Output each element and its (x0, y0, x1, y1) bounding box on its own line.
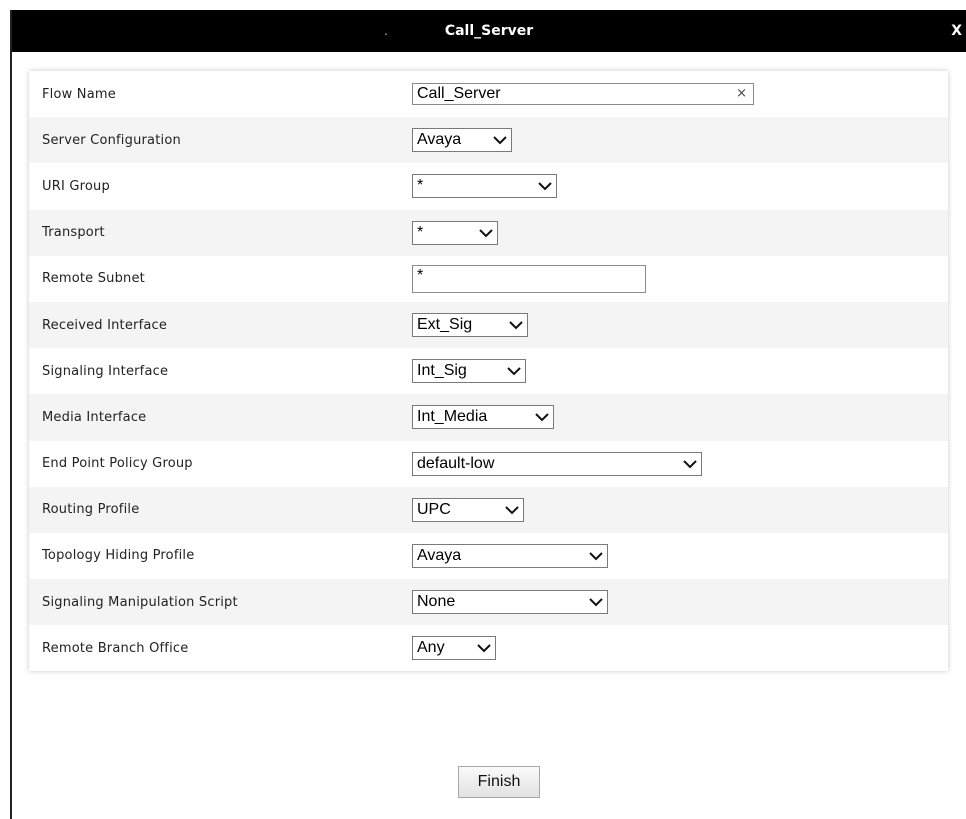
signaling-manipulation-script-value: None (417, 593, 456, 611)
received-interface-value: Ext_Sig (417, 316, 473, 334)
form-row-remote-subnet: Remote Subnet * (29, 256, 948, 302)
close-icon[interactable]: X (951, 10, 962, 52)
dialog-titlebar: . Call_Server X (12, 10, 966, 52)
uri-group-label: URI Group (42, 178, 110, 194)
form-row-topology-hiding-profile: Topology Hiding Profile Avaya (29, 533, 948, 579)
signaling-interface-value: Int_Sig (417, 362, 467, 380)
transport-label: Transport (42, 225, 105, 241)
transport-value: * (417, 223, 424, 241)
end-point-policy-group-select[interactable]: default-low (412, 451, 702, 476)
media-interface-select[interactable]: Int_Media (412, 405, 554, 430)
transport-select[interactable]: * (412, 220, 498, 245)
server-configuration-label: Server Configuration (42, 132, 181, 148)
chevron-down-icon (682, 456, 698, 472)
routing-profile-select[interactable]: UPC (412, 497, 524, 522)
chevron-down-icon (492, 132, 508, 148)
signaling-interface-select[interactable]: Int_Sig (412, 359, 526, 384)
form-row-end-point-policy-group: End Point Policy Group default-low (29, 441, 948, 487)
finish-button[interactable]: Finish (458, 766, 540, 798)
uri-group-value: * (417, 177, 424, 195)
chevron-down-icon (588, 548, 604, 564)
routing-profile-label: Routing Profile (42, 502, 140, 518)
topology-hiding-profile-select[interactable]: Avaya (412, 543, 608, 568)
form-row-flow-name: Flow Name Call_Server × (29, 71, 948, 117)
chevron-down-icon (504, 502, 520, 518)
form-row-signaling-interface: Signaling Interface Int_Sig (29, 348, 948, 394)
server-configuration-value: Avaya (417, 131, 462, 149)
chevron-down-icon (506, 363, 522, 379)
remote-subnet-input[interactable]: * (412, 264, 646, 293)
remote-branch-office-value: Any (417, 639, 445, 657)
form-row-media-interface: Media Interface Int_Media (29, 394, 948, 441)
topology-hiding-profile-label: Topology Hiding Profile (42, 548, 195, 564)
form-row-received-interface: Received Interface Ext_Sig (29, 301, 948, 349)
signaling-interface-label: Signaling Interface (42, 363, 169, 379)
remote-subnet-label: Remote Subnet (42, 271, 145, 287)
chevron-down-icon (537, 178, 553, 194)
flow-name-label: Flow Name (42, 86, 116, 102)
form-row-signaling-manipulation-script: Signaling Manipulation Script None (29, 579, 948, 626)
topology-hiding-profile-value: Avaya (417, 546, 462, 564)
end-point-policy-group-value: default-low (417, 454, 495, 472)
form-row-transport: Transport * (29, 209, 948, 256)
remote-subnet-value: * (417, 266, 424, 284)
received-interface-label: Received Interface (42, 317, 168, 333)
chevron-down-icon (534, 409, 550, 425)
chevron-down-icon (588, 594, 604, 610)
signaling-manipulation-script-label: Signaling Manipulation Script (42, 594, 238, 610)
flow-name-value: Call_Server (417, 85, 501, 103)
chevron-down-icon (508, 317, 524, 333)
form-row-server-configuration: Server Configuration Avaya (29, 117, 948, 164)
chevron-down-icon (478, 225, 494, 241)
uri-group-select[interactable]: * (412, 174, 557, 199)
form-row-uri-group: URI Group * (29, 163, 948, 209)
chevron-down-icon (476, 640, 492, 656)
server-configuration-select[interactable]: Avaya (412, 128, 512, 153)
remote-branch-office-select[interactable]: Any (412, 636, 496, 661)
signaling-manipulation-script-select[interactable]: None (412, 590, 608, 615)
dialog-title: Call_Server (444, 23, 534, 39)
clear-icon[interactable]: × (736, 84, 747, 104)
flow-name-input[interactable]: Call_Server × (412, 83, 754, 106)
routing-profile-value: UPC (417, 500, 451, 518)
media-interface-value: Int_Media (417, 408, 488, 426)
form-row-routing-profile: Routing Profile UPC (29, 486, 948, 533)
form-row-remote-branch-office: Remote Branch Office Any (29, 625, 948, 671)
media-interface-label: Media Interface (42, 409, 147, 425)
remote-branch-office-label: Remote Branch Office (42, 640, 189, 656)
end-point-policy-group-label: End Point Policy Group (42, 456, 193, 472)
received-interface-select[interactable]: Ext_Sig (412, 313, 528, 338)
call-server-dialog: . Call_Server X Flow Name Call_Server × … (10, 10, 966, 819)
flow-form: Flow Name Call_Server × Server Configura… (29, 71, 948, 672)
